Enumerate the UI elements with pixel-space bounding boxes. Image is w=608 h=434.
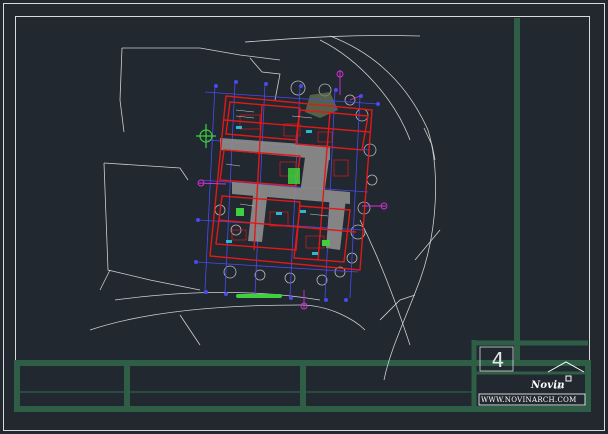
drawing-sheet xyxy=(3,3,605,431)
logo-suffix: arch xyxy=(554,385,563,390)
sheet-number: 4 xyxy=(491,348,505,372)
logo-url[interactable]: WWW.NOVINARCH.COM xyxy=(481,396,577,404)
cad-viewport[interactable]: 4 Novin arch WWW.NOVINARCH.COM xyxy=(0,0,608,434)
